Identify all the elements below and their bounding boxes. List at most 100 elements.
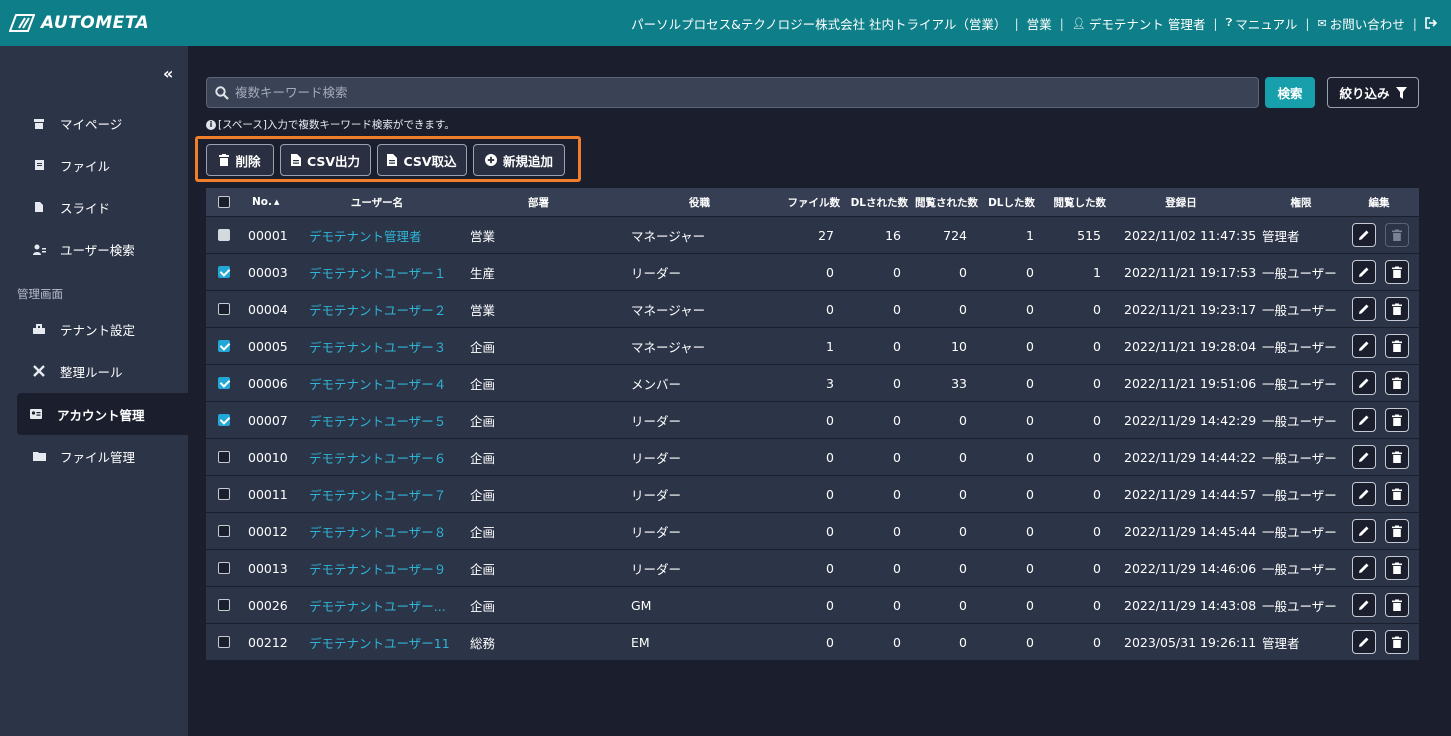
cell-username[interactable]: デモテナント管理者 bbox=[309, 217, 459, 253]
row-checkbox[interactable] bbox=[218, 562, 230, 574]
row-checkbox[interactable] bbox=[218, 414, 230, 426]
sidebar-item-label: 整理ルール bbox=[60, 364, 123, 380]
cell-dl-done: 0 bbox=[1026, 264, 1034, 280]
edit-button[interactable] bbox=[1352, 223, 1376, 247]
row-checkbox[interactable] bbox=[218, 377, 230, 389]
edit-button[interactable] bbox=[1352, 260, 1376, 284]
row-delete-button[interactable] bbox=[1385, 371, 1409, 395]
user-menu[interactable]: 👤︎ デモテナント 管理者 bbox=[1072, 14, 1205, 33]
select-all-checkbox[interactable] bbox=[218, 188, 232, 216]
trash-icon bbox=[219, 154, 230, 166]
row-delete-button[interactable] bbox=[1385, 630, 1409, 654]
cell-username[interactable]: デモテナントユーザー９ bbox=[309, 550, 459, 586]
header-registered-date: 登録日 bbox=[1165, 196, 1197, 209]
row-delete-button[interactable] bbox=[1385, 297, 1409, 321]
row-checkbox[interactable] bbox=[218, 451, 230, 463]
pencil-icon bbox=[1359, 267, 1369, 277]
edit-button[interactable] bbox=[1352, 408, 1376, 432]
pencil-icon bbox=[1359, 452, 1369, 462]
row-delete-button[interactable] bbox=[1385, 260, 1409, 284]
cell-dl-done: 1 bbox=[1026, 227, 1034, 243]
search-field[interactable] bbox=[206, 77, 1259, 108]
search-button[interactable]: 検索 bbox=[1265, 77, 1315, 108]
info-icon: i bbox=[206, 119, 216, 130]
row-checkbox[interactable] bbox=[218, 340, 230, 352]
sidebar-item-tenant-settings[interactable]: テナント設定 bbox=[17, 308, 188, 350]
logo[interactable]: AUTOMETA bbox=[9, 13, 149, 33]
edit-button[interactable] bbox=[1352, 556, 1376, 580]
cell-username[interactable]: デモテナントユーザー５ bbox=[309, 402, 459, 438]
logout-button[interactable] bbox=[1425, 17, 1437, 29]
delete-button[interactable]: 削除 bbox=[206, 144, 274, 176]
divider: | bbox=[1305, 15, 1310, 31]
cell-dl-done: 0 bbox=[1026, 301, 1034, 317]
filter-button[interactable]: 絞り込み bbox=[1327, 77, 1419, 108]
row-checkbox[interactable] bbox=[218, 599, 230, 611]
cell-username[interactable]: デモテナントユーザー２ bbox=[309, 291, 459, 327]
sidebar-item-rules[interactable]: 整理ルール bbox=[17, 350, 188, 392]
row-delete-button[interactable] bbox=[1385, 556, 1409, 580]
row-checkbox[interactable] bbox=[218, 303, 230, 315]
header-no[interactable]: No. ▲ bbox=[252, 188, 279, 216]
cell-username[interactable]: デモテナントユーザー... bbox=[309, 587, 459, 623]
csv-export-button[interactable]: CSV出力 bbox=[280, 144, 371, 176]
row-checkbox[interactable] bbox=[218, 266, 230, 278]
edit-button[interactable] bbox=[1352, 334, 1376, 358]
cell-no: 00012 bbox=[248, 523, 288, 539]
row-checkbox[interactable] bbox=[218, 525, 230, 537]
cell-position: リーダー bbox=[631, 524, 682, 540]
checkbox[interactable] bbox=[218, 196, 230, 208]
sidebar-item-user-search[interactable]: ユーザー検索 bbox=[17, 228, 188, 270]
cell-viewed-received: 0 bbox=[959, 449, 967, 465]
row-delete-button[interactable] bbox=[1385, 408, 1409, 432]
csv-import-button[interactable]: CSV取込 bbox=[377, 144, 467, 176]
row-delete-button[interactable] bbox=[1385, 519, 1409, 543]
sidebar-item-account-management[interactable]: アカウント管理 bbox=[17, 393, 188, 435]
sidebar-item-file[interactable]: ファイル bbox=[17, 144, 188, 186]
manual-link[interactable]: ❓︎ マニュアル bbox=[1226, 14, 1298, 33]
cell-authority: 一般ユーザー bbox=[1262, 487, 1337, 503]
sidebar-collapse-button[interactable]: « bbox=[163, 64, 173, 83]
edit-button[interactable] bbox=[1352, 371, 1376, 395]
pencil-icon bbox=[1359, 415, 1369, 425]
cell-file-count: 27 bbox=[818, 227, 834, 243]
cell-authority: 一般ユーザー bbox=[1262, 302, 1337, 318]
contact-link[interactable]: ✉ お問い合わせ bbox=[1318, 14, 1405, 33]
row-delete-button[interactable] bbox=[1385, 593, 1409, 617]
search-input[interactable] bbox=[235, 85, 1235, 100]
row-delete-button[interactable] bbox=[1385, 334, 1409, 358]
account-table: No. ▲ ユーザー名 部署 役職 ファイル数 DLされた数 閲覧された数 DLし… bbox=[206, 188, 1419, 660]
cell-no: 00212 bbox=[248, 634, 288, 650]
sidebar-item-slide[interactable]: スライド bbox=[17, 186, 188, 228]
row-delete-button[interactable] bbox=[1385, 445, 1409, 469]
edit-button[interactable] bbox=[1352, 482, 1376, 506]
sidebar-item-mypage[interactable]: マイページ bbox=[17, 102, 188, 144]
cell-dl-received: 0 bbox=[893, 634, 901, 650]
cell-file-count: 0 bbox=[826, 560, 834, 576]
edit-button[interactable] bbox=[1352, 593, 1376, 617]
edit-button[interactable] bbox=[1352, 519, 1376, 543]
cell-username[interactable]: デモテナントユーザー８ bbox=[309, 513, 459, 549]
add-new-button[interactable]: 新規追加 bbox=[473, 144, 565, 176]
edit-button[interactable] bbox=[1352, 297, 1376, 321]
cell-file-count: 1 bbox=[826, 338, 834, 354]
cell-authority: 一般ユーザー bbox=[1262, 561, 1337, 577]
cell-username[interactable]: デモテナントユーザー７ bbox=[309, 476, 459, 512]
edit-button[interactable] bbox=[1352, 630, 1376, 654]
cell-username[interactable]: デモテナントユーザー３ bbox=[309, 328, 459, 364]
sidebar: « マイページ ファイル スライド ユーザー検索 管理画面 テナント設定 整理ル… bbox=[0, 46, 188, 736]
edit-button[interactable] bbox=[1352, 445, 1376, 469]
sidebar-item-file-management[interactable]: ファイル管理 bbox=[17, 435, 188, 477]
cell-username[interactable]: デモテナントユーザー６ bbox=[309, 439, 459, 475]
cell-dl-done: 0 bbox=[1026, 486, 1034, 502]
cell-dl-received: 0 bbox=[893, 264, 901, 280]
row-checkbox[interactable] bbox=[218, 488, 230, 500]
cell-username[interactable]: デモテナントユーザー11 bbox=[309, 624, 459, 660]
cell-username[interactable]: デモテナントユーザー４ bbox=[309, 365, 459, 401]
cell-username[interactable]: デモテナントユーザー１ bbox=[309, 254, 459, 290]
sidebar-item-label: ファイル bbox=[60, 158, 111, 174]
cell-no: 00006 bbox=[248, 375, 288, 391]
row-checkbox[interactable] bbox=[218, 636, 230, 648]
row-delete-button[interactable] bbox=[1385, 482, 1409, 506]
cell-authority: 管理者 bbox=[1262, 635, 1300, 651]
